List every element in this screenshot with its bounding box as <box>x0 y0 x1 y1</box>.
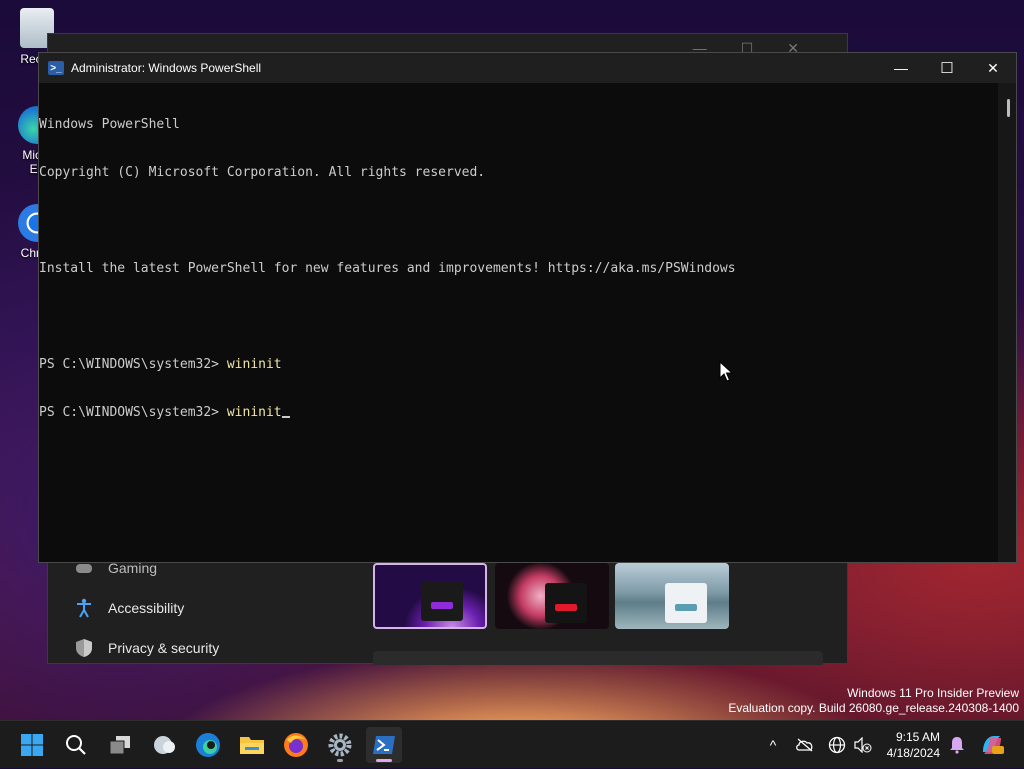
edge-icon <box>196 733 220 757</box>
notifications-button[interactable] <box>946 721 968 769</box>
cloud-off-icon <box>796 738 813 752</box>
evaluation-watermark: Windows 11 Pro Insider Preview Evaluatio… <box>728 686 1019 716</box>
firefox-button[interactable] <box>278 727 314 763</box>
start-button[interactable] <box>14 727 50 763</box>
clock-time: 9:15 AM <box>895 730 940 744</box>
search-icon <box>66 735 86 755</box>
active-indicator <box>376 759 392 762</box>
task-view-button[interactable] <box>102 727 138 763</box>
weather-icon <box>154 736 175 754</box>
close-button[interactable]: ✕ <box>970 53 1016 83</box>
theme-thumbnail-1[interactable] <box>373 563 487 629</box>
powershell-titlebar[interactable]: >_ Administrator: Windows PowerShell — ☐… <box>39 53 1016 83</box>
speaker-muted-icon <box>854 737 872 753</box>
accessibility-icon <box>74 598 94 618</box>
console-line: Windows PowerShell <box>39 117 180 132</box>
firefox-icon <box>284 733 308 757</box>
onedrive-status[interactable] <box>794 721 816 769</box>
command: wininit <box>226 405 282 420</box>
powershell-button[interactable] <box>366 727 402 763</box>
prompt: PS C:\WINDOWS\system32> <box>39 405 227 420</box>
prompt: PS C:\WINDOWS\system32> <box>39 357 227 372</box>
vertical-scrollbar[interactable] <box>998 83 1016 562</box>
clock-date: 4/18/2024 <box>886 746 940 760</box>
network-status[interactable] <box>826 721 848 769</box>
globe-icon <box>828 736 846 754</box>
theme-thumbnail-3[interactable] <box>615 563 729 629</box>
bell-icon <box>950 737 964 754</box>
clock[interactable]: 9:15 AM 4/18/2024 <box>887 729 940 761</box>
powershell-icon <box>373 736 395 754</box>
scrollbar-thumb[interactable] <box>1007 99 1010 117</box>
minimize-button[interactable]: — <box>878 53 924 83</box>
window-controls: — ☐ ✕ <box>878 53 1016 83</box>
settings-button[interactable] <box>322 727 358 763</box>
copilot-button[interactable] <box>978 721 1006 769</box>
shield-icon <box>74 638 94 658</box>
window-title: Administrator: Windows PowerShell <box>71 61 262 75</box>
folder-icon <box>240 737 264 754</box>
widgets-button[interactable] <box>147 727 183 763</box>
watermark-line: Evaluation copy. Build 26080.ge_release.… <box>728 701 1019 715</box>
chevron-up-icon: ^ <box>769 737 777 753</box>
running-indicator <box>337 759 343 762</box>
settings-nav-label: Privacy & security <box>108 640 220 656</box>
console-line: PS C:\WINDOWS\system32> wininit <box>39 357 998 373</box>
task-view-icon <box>109 736 130 755</box>
volume-status[interactable] <box>852 721 874 769</box>
powershell-window[interactable]: >_ Administrator: Windows PowerShell — ☐… <box>38 52 1017 563</box>
console-input-line[interactable]: PS C:\WINDOWS\system32> wininit <box>39 405 998 421</box>
copilot-icon <box>983 736 1004 754</box>
taskbar: ^ 9:15 AM 4/18/2024 <box>0 720 1024 768</box>
text-cursor <box>281 416 290 418</box>
settings-nav-accessibility[interactable]: Accessibility <box>74 593 184 623</box>
file-explorer-button[interactable] <box>234 727 270 763</box>
powershell-icon: >_ <box>48 61 64 75</box>
gear-icon <box>328 733 352 757</box>
console-line: Install the latest PowerShell for new fe… <box>39 261 736 276</box>
settings-section-card <box>373 651 823 665</box>
settings-nav-label: Accessibility <box>108 600 185 616</box>
edge-button[interactable] <box>190 727 226 763</box>
search-button[interactable] <box>58 727 94 763</box>
watermark-line: Windows 11 Pro Insider Preview <box>847 686 1019 700</box>
command: wininit <box>226 357 282 372</box>
console-output[interactable]: Windows PowerShell Copyright (C) Microso… <box>39 83 998 562</box>
mouse-pointer-icon <box>719 361 733 382</box>
windows-logo-icon <box>21 734 43 756</box>
show-hidden-icons-button[interactable]: ^ <box>762 721 784 769</box>
console-line: Copyright (C) Microsoft Corporation. All… <box>39 165 486 180</box>
settings-nav-privacy-security[interactable]: Privacy & security <box>74 633 219 663</box>
maximize-button[interactable]: ☐ <box>924 53 970 83</box>
theme-thumbnail-2[interactable] <box>495 563 609 629</box>
